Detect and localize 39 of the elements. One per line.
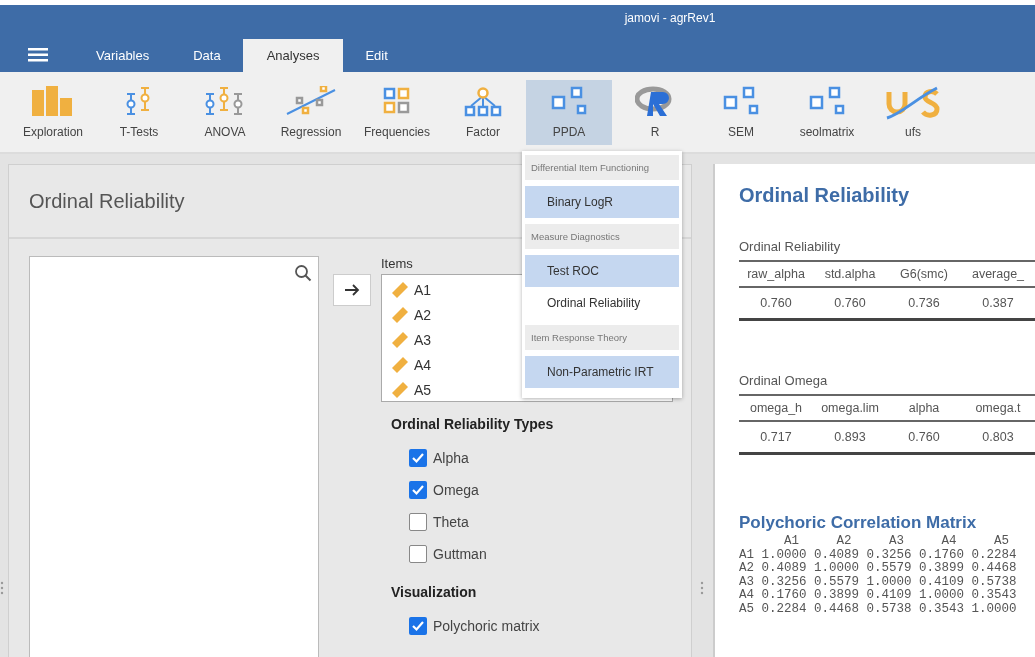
checkbox-label: Alpha <box>433 450 469 466</box>
window-title: jamovi - agrRev1 <box>623 10 717 27</box>
section-title: Visualization <box>391 584 478 600</box>
matrix-row-text: A5 0.2284 0.4468 0.5738 0.3543 1.0000 <box>739 602 1018 616</box>
matrix-row-text: A2 0.4089 1.0000 0.5579 0.3899 0.4468 <box>739 562 1018 576</box>
checkbox-label: Theta <box>433 514 469 530</box>
column-header: omega.t <box>961 395 1035 421</box>
table-cell: 0.760 <box>887 421 961 454</box>
table-caption: Ordinal Omega <box>739 373 829 388</box>
table-cell: 0.387 <box>961 287 1035 320</box>
column-header: raw_alpha <box>739 261 813 287</box>
table-cell: 0.736 <box>887 287 961 320</box>
column-header: average_ <box>961 261 1035 287</box>
menu-group-header: Measure Diagnostics <box>525 224 679 249</box>
checkbox-label: Guttman <box>433 546 487 562</box>
table-cell: 0.803 <box>961 421 1035 454</box>
column-header: omega_h <box>739 395 813 421</box>
matrix-row-text: A4 0.1760 0.3899 0.4109 1.0000 0.3543 <box>739 589 1018 603</box>
panel-title: Ordinal Reliability <box>29 189 185 213</box>
matrix-title: Polychoric Correlation Matrix <box>739 513 978 533</box>
table-cell: 0.893 <box>813 421 887 454</box>
table-cell: 0.760 <box>813 287 887 320</box>
matrix-row-text: A3 0.3256 0.5579 1.0000 0.4109 0.5738 <box>739 575 1018 589</box>
menu-group-header: Item Response Theory <box>525 325 679 350</box>
column-header: G6(smc) <box>887 261 961 287</box>
items-label: Items <box>381 256 413 273</box>
column-header: std.alpha <box>813 261 887 287</box>
menu-group-header: Differential Item Functioning <box>525 155 679 180</box>
checkbox-label: Omega <box>433 482 479 498</box>
matrix-row-text: A1 1.0000 0.4089 0.3256 0.1760 0.2284 <box>739 548 1018 562</box>
column-header: omega.lim <box>813 395 887 421</box>
results-title: Ordinal Reliability <box>739 184 911 207</box>
table-cell: 0.717 <box>739 421 813 454</box>
column-header: alpha <box>887 395 961 421</box>
matrix-row-text: A1 A2 A3 A4 A5 <box>783 535 1011 549</box>
table-caption: Ordinal Reliability <box>739 239 842 254</box>
table-cell: 0.760 <box>739 287 813 320</box>
checkbox-label: Polychoric matrix <box>433 618 540 634</box>
section-title: Ordinal Reliability Types <box>391 416 555 432</box>
